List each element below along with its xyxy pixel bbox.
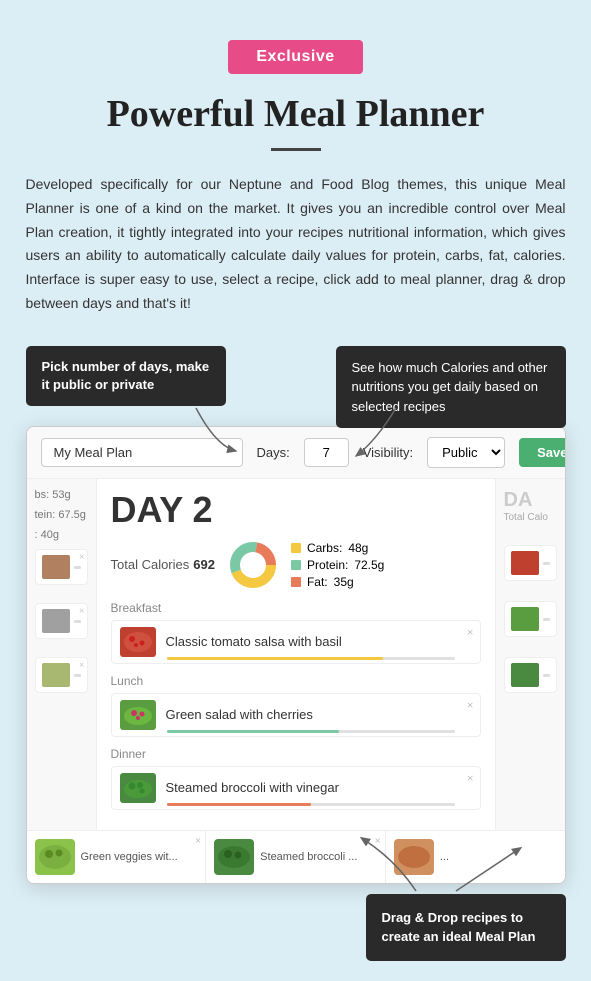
right-recipe-dinner (504, 657, 557, 693)
meal-plan-name-input[interactable] (41, 438, 243, 467)
right-day-label: DA (504, 489, 557, 512)
right-breakfast-label (504, 545, 557, 581)
lunch-section: Lunch Green salad with cherries (111, 674, 481, 737)
lunch-label: Lunch (111, 674, 481, 688)
page-title: Powerful Meal Planner (107, 92, 485, 136)
thumb-item-1[interactable]: Steamed broccoli ... × (206, 831, 386, 883)
right-lunch-label (504, 601, 557, 637)
exclusive-badge: Exclusive (228, 40, 362, 74)
visibility-label: Visibility: (363, 445, 413, 460)
dinner-close-btn[interactable]: × (467, 771, 474, 786)
calories-row: Total Calories 692 (111, 539, 481, 591)
left-recipe-lunch: × (35, 603, 88, 639)
day-column-right: DA Total Calo (495, 479, 565, 830)
description-text: Developed specifically for our Neptune a… (26, 173, 566, 316)
nutrition-legend: Carbs: 48g Protein: 72.5g Fat: (291, 541, 384, 589)
days-label: Days: (257, 445, 290, 460)
thumb-item-0[interactable]: Green veggies wit... × (27, 831, 207, 883)
left-recipe-dinner: × (35, 657, 88, 693)
breakfast-thumbnail (120, 627, 156, 657)
protein-legend: Protein: 72.5g (291, 558, 384, 572)
breakfast-label: Breakfast (111, 601, 481, 615)
left-close-breakfast[interactable]: × (79, 552, 85, 563)
carbs-value: 48g (348, 541, 368, 555)
breakfast-progress (167, 657, 455, 660)
dinner-recipe-item: Steamed broccoli with vinegar × (111, 766, 481, 810)
thumb-label-2: ... (440, 851, 449, 863)
callout-left: Pick number of days, make it public or p… (26, 346, 226, 406)
callout-bottom: Drag & Drop recipes to create an ideal M… (366, 894, 566, 961)
protein-value: 72.5g (354, 558, 384, 572)
left-close-lunch[interactable]: × (79, 606, 85, 617)
left-recipe-breakfast: × (35, 549, 88, 585)
right-dinner-label (504, 657, 557, 693)
breakfast-close-btn[interactable]: × (467, 625, 474, 640)
day-column-left: bs: 53g tein: 67.5g : 40g × × (27, 479, 97, 830)
carbs-legend: Carbs: 48g (291, 541, 384, 555)
planner-days-container: bs: 53g tein: 67.5g : 40g × × (27, 479, 565, 830)
bottom-thumbnails-row: Green veggies wit... × Steamed broccoli … (27, 830, 565, 883)
left-nutrition-line3: : 40g (35, 529, 88, 541)
breakfast-recipe-name: Classic tomato salsa with basil (166, 634, 472, 649)
breakfast-recipe-item: Classic tomato salsa with basil × (111, 620, 481, 664)
title-divider (271, 148, 321, 151)
visibility-select[interactable]: Public (427, 437, 505, 468)
lunch-close-btn[interactable]: × (467, 698, 474, 713)
breakfast-section: Breakfast Classic tomato salsa wi (111, 601, 481, 664)
dinner-progress (167, 803, 455, 806)
fat-value: 35g (334, 575, 354, 589)
fat-label: Fat: (307, 575, 328, 589)
donut-chart (227, 539, 279, 591)
thumb-label-1: Steamed broccoli ... (260, 851, 357, 863)
lunch-recipe-item: Green salad with cherries × (111, 693, 481, 737)
total-calories-value: 692 (193, 557, 215, 572)
left-nutrition-line2: tein: 67.5g (35, 509, 88, 521)
left-nutrition-line1: bs: 53g (35, 489, 88, 501)
thumb-close-0[interactable]: × (195, 835, 201, 847)
day-column-main: DAY 2 Total Calories 692 (97, 479, 495, 830)
protein-label: Protein: (307, 558, 348, 572)
thumb-label-0: Green veggies wit... (81, 851, 178, 863)
planner-top-bar: Days: Visibility: Public Save (27, 427, 565, 479)
lunch-recipe-name: Green salad with cherries (166, 707, 472, 722)
right-calories-label: Total Calo (504, 512, 557, 523)
save-button[interactable]: Save (519, 438, 565, 467)
callout-right: See how much Calories and other nutritio… (336, 346, 566, 429)
day-number: DAY 2 (111, 489, 481, 531)
right-recipe-lunch (504, 601, 557, 637)
left-close-dinner[interactable]: × (79, 660, 85, 671)
fat-legend: Fat: 35g (291, 575, 384, 589)
thumb-img-0 (35, 839, 75, 875)
thumb-close-1[interactable]: × (375, 835, 381, 847)
days-input[interactable] (304, 438, 349, 467)
lunch-progress (167, 730, 455, 733)
dinner-label: Dinner (111, 747, 481, 761)
right-recipe-breakfast (504, 545, 557, 581)
lunch-thumbnail (120, 700, 156, 730)
dinner-section: Dinner Steamed broccoli with vine (111, 747, 481, 810)
thumb-item-2[interactable]: ... (386, 831, 565, 883)
day-header: DAY 2 (111, 489, 481, 531)
dinner-thumbnail (120, 773, 156, 803)
thumb-img-2 (394, 839, 434, 875)
total-calories-label: Total Calories (111, 557, 190, 572)
dinner-recipe-name: Steamed broccoli with vinegar (166, 780, 472, 795)
carbs-label: Carbs: (307, 541, 342, 555)
thumb-img-1 (214, 839, 254, 875)
